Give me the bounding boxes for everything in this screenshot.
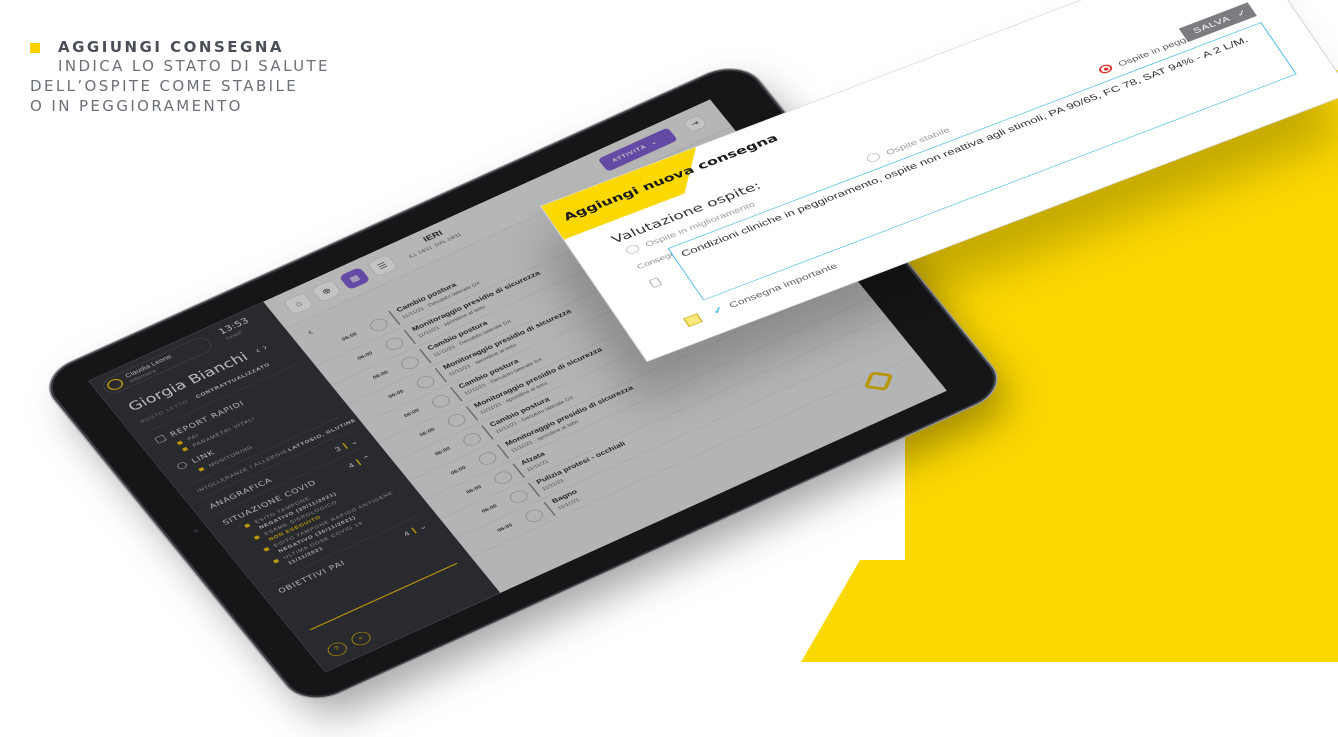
camera [192,528,200,534]
check-icon: ✓ [710,304,726,316]
save-label: SALVA [1191,14,1233,36]
radio-selected-icon [1097,63,1115,75]
check-icon: ✓ [1234,7,1250,19]
radio-icon [624,243,642,256]
attachment-icon[interactable] [648,277,663,288]
important-flag-icon[interactable] [683,313,703,327]
radio-icon [864,151,882,164]
